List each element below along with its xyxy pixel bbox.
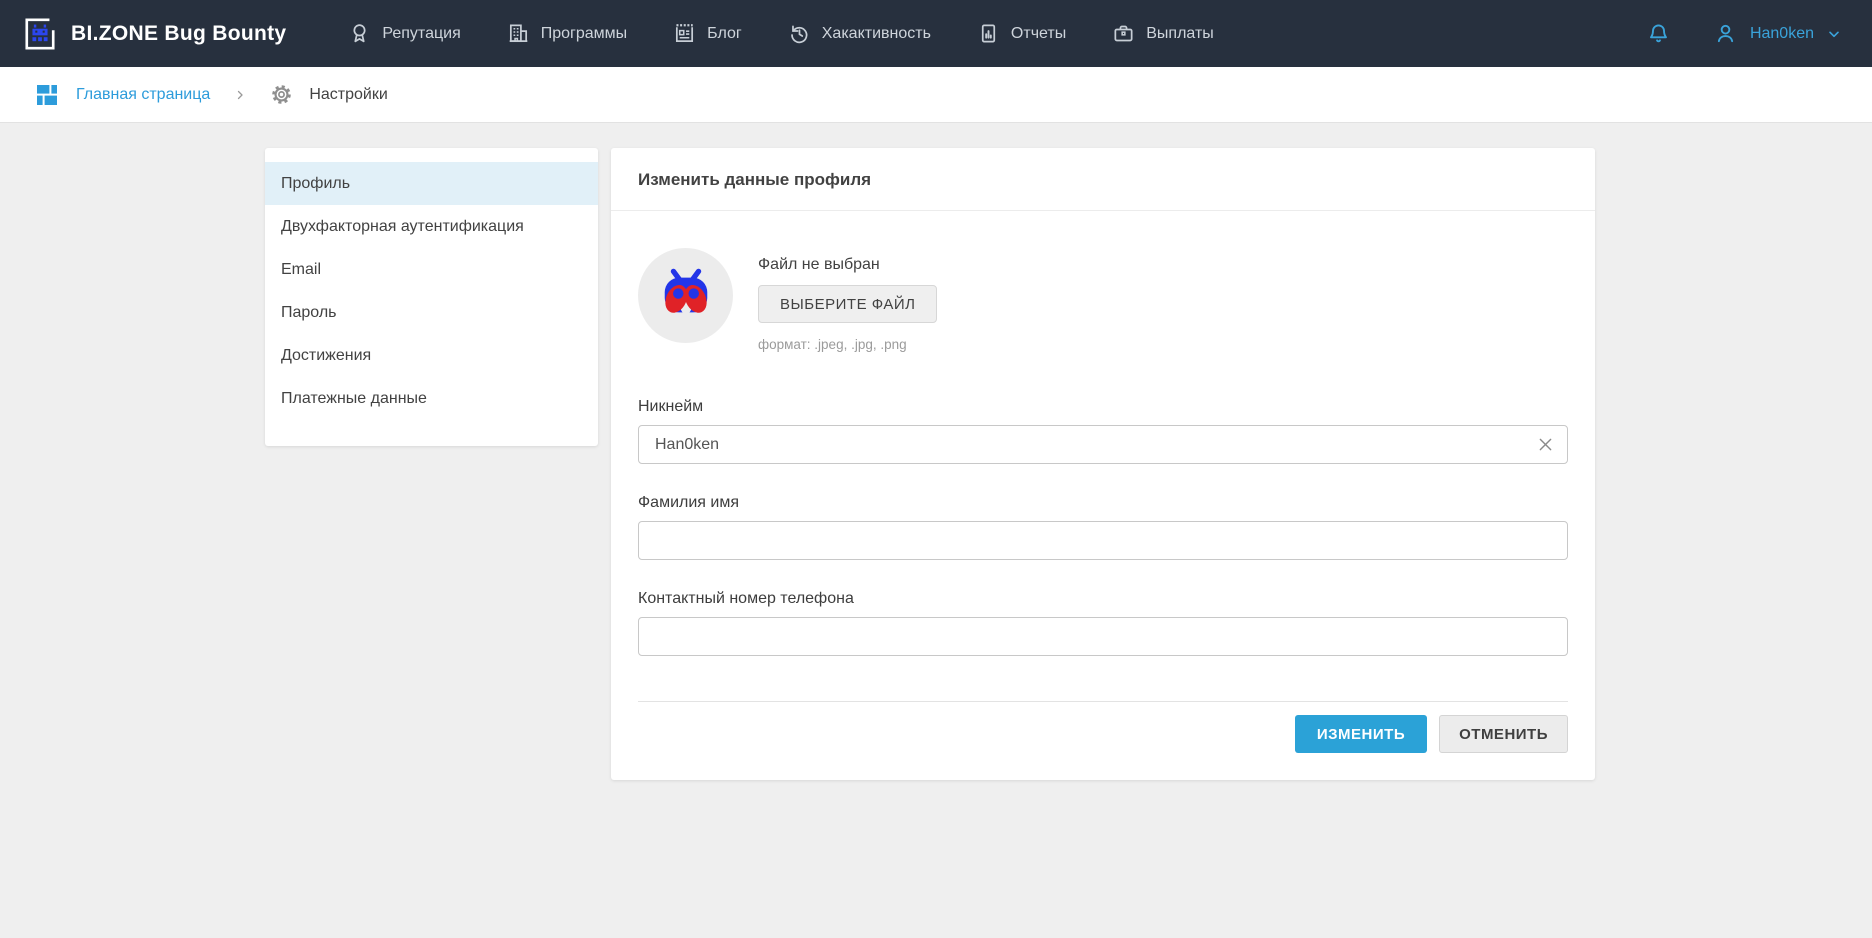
- nickname-input[interactable]: [638, 425, 1568, 464]
- bizone-logo-icon[interactable]: [23, 16, 57, 52]
- chevron-down-icon: [1826, 26, 1842, 42]
- sidebar-item-profile[interactable]: Профиль: [265, 162, 598, 205]
- clear-nickname-icon[interactable]: [1534, 434, 1556, 456]
- nav-label: Программы: [541, 25, 627, 43]
- report-icon: [977, 22, 1000, 45]
- nickname-field-group: Никнейм: [638, 398, 1568, 464]
- sidebar-item-password[interactable]: Пароль: [265, 291, 598, 334]
- breadcrumb-home-link[interactable]: Главная страница: [37, 85, 210, 105]
- sidebar-item-payment-data[interactable]: Платежные данные: [265, 377, 598, 420]
- nav-item-reputation[interactable]: Репутация: [348, 22, 460, 45]
- notifications-bell-icon[interactable]: [1646, 21, 1671, 46]
- top-navbar: BI.ZONE Bug Bounty Репутация: [0, 0, 1872, 67]
- choose-file-button[interactable]: ВЫБЕРИТЕ ФАЙЛ: [758, 285, 937, 323]
- nav-label: Хакактивность: [822, 25, 931, 43]
- newspaper-icon: [673, 22, 696, 45]
- nav-label: Блог: [707, 25, 742, 43]
- fullname-label: Фамилия имя: [638, 494, 1568, 512]
- file-status-text: Файл не выбран: [758, 256, 937, 274]
- nav-item-payouts[interactable]: Выплаты: [1112, 22, 1214, 45]
- dashboard-grid-icon: [37, 85, 57, 105]
- sidebar-item-email[interactable]: Email: [265, 248, 598, 291]
- settings-sidebar: Профиль Двухфакторная аутентификация Ema…: [265, 148, 598, 446]
- fullname-input[interactable]: [638, 521, 1568, 560]
- breadcrumb: Главная страница Настройки: [0, 67, 1872, 123]
- phone-field-group: Контактный номер телефона: [638, 590, 1568, 656]
- submit-button[interactable]: ИЗМЕНИТЬ: [1295, 715, 1427, 753]
- nav-label: Отчеты: [1011, 25, 1066, 43]
- breadcrumb-current-label: Настройки: [309, 86, 387, 104]
- history-icon: [788, 22, 811, 45]
- phone-label: Контактный номер телефона: [638, 590, 1568, 608]
- profile-edit-card: Изменить данные профиля: [611, 148, 1595, 780]
- breadcrumb-current: Настройки: [270, 83, 387, 106]
- gear-icon: [270, 83, 293, 106]
- form-actions: ИЗМЕНИТЬ ОТМЕНИТЬ: [638, 715, 1568, 753]
- form-divider: [638, 701, 1568, 702]
- nav-item-reports[interactable]: Отчеты: [977, 22, 1066, 45]
- building-icon: [507, 22, 530, 45]
- ladybug-avatar-icon: [655, 267, 717, 325]
- chevron-right-icon: [234, 89, 246, 101]
- nav-item-hackactivity[interactable]: Хакактивность: [788, 22, 931, 45]
- sidebar-item-2fa[interactable]: Двухфакторная аутентификация: [265, 205, 598, 248]
- briefcase-icon: [1112, 22, 1135, 45]
- fullname-field-group: Фамилия имя: [638, 494, 1568, 560]
- brand-title: BI.ZONE Bug Bounty: [71, 22, 286, 46]
- file-format-hint: формат: .jpeg, .jpg, .png: [758, 337, 937, 352]
- nav-item-blog[interactable]: Блог: [673, 22, 742, 45]
- navbar-right: Han0ken: [1646, 21, 1842, 46]
- nav-label: Репутация: [382, 25, 460, 43]
- card-title: Изменить данные профиля: [611, 148, 1595, 211]
- avatar: [638, 248, 733, 343]
- cancel-button[interactable]: ОТМЕНИТЬ: [1439, 715, 1568, 753]
- content-area: Профиль Двухфакторная аутентификация Ema…: [0, 123, 1872, 780]
- breadcrumb-home-label: Главная страница: [76, 86, 210, 104]
- medal-icon: [348, 22, 371, 45]
- phone-input[interactable]: [638, 617, 1568, 656]
- nav-item-programs[interactable]: Программы: [507, 22, 627, 45]
- user-menu[interactable]: Han0ken: [1713, 21, 1842, 46]
- main-nav: Репутация Программы: [348, 22, 1213, 45]
- user-icon: [1713, 21, 1738, 46]
- sidebar-item-achievements[interactable]: Достижения: [265, 334, 598, 377]
- nav-label: Выплаты: [1146, 25, 1214, 43]
- username: Han0ken: [1750, 25, 1814, 43]
- avatar-upload-section: Файл не выбран ВЫБЕРИТЕ ФАЙЛ формат: .jp…: [638, 248, 1568, 352]
- nickname-label: Никнейм: [638, 398, 1568, 416]
